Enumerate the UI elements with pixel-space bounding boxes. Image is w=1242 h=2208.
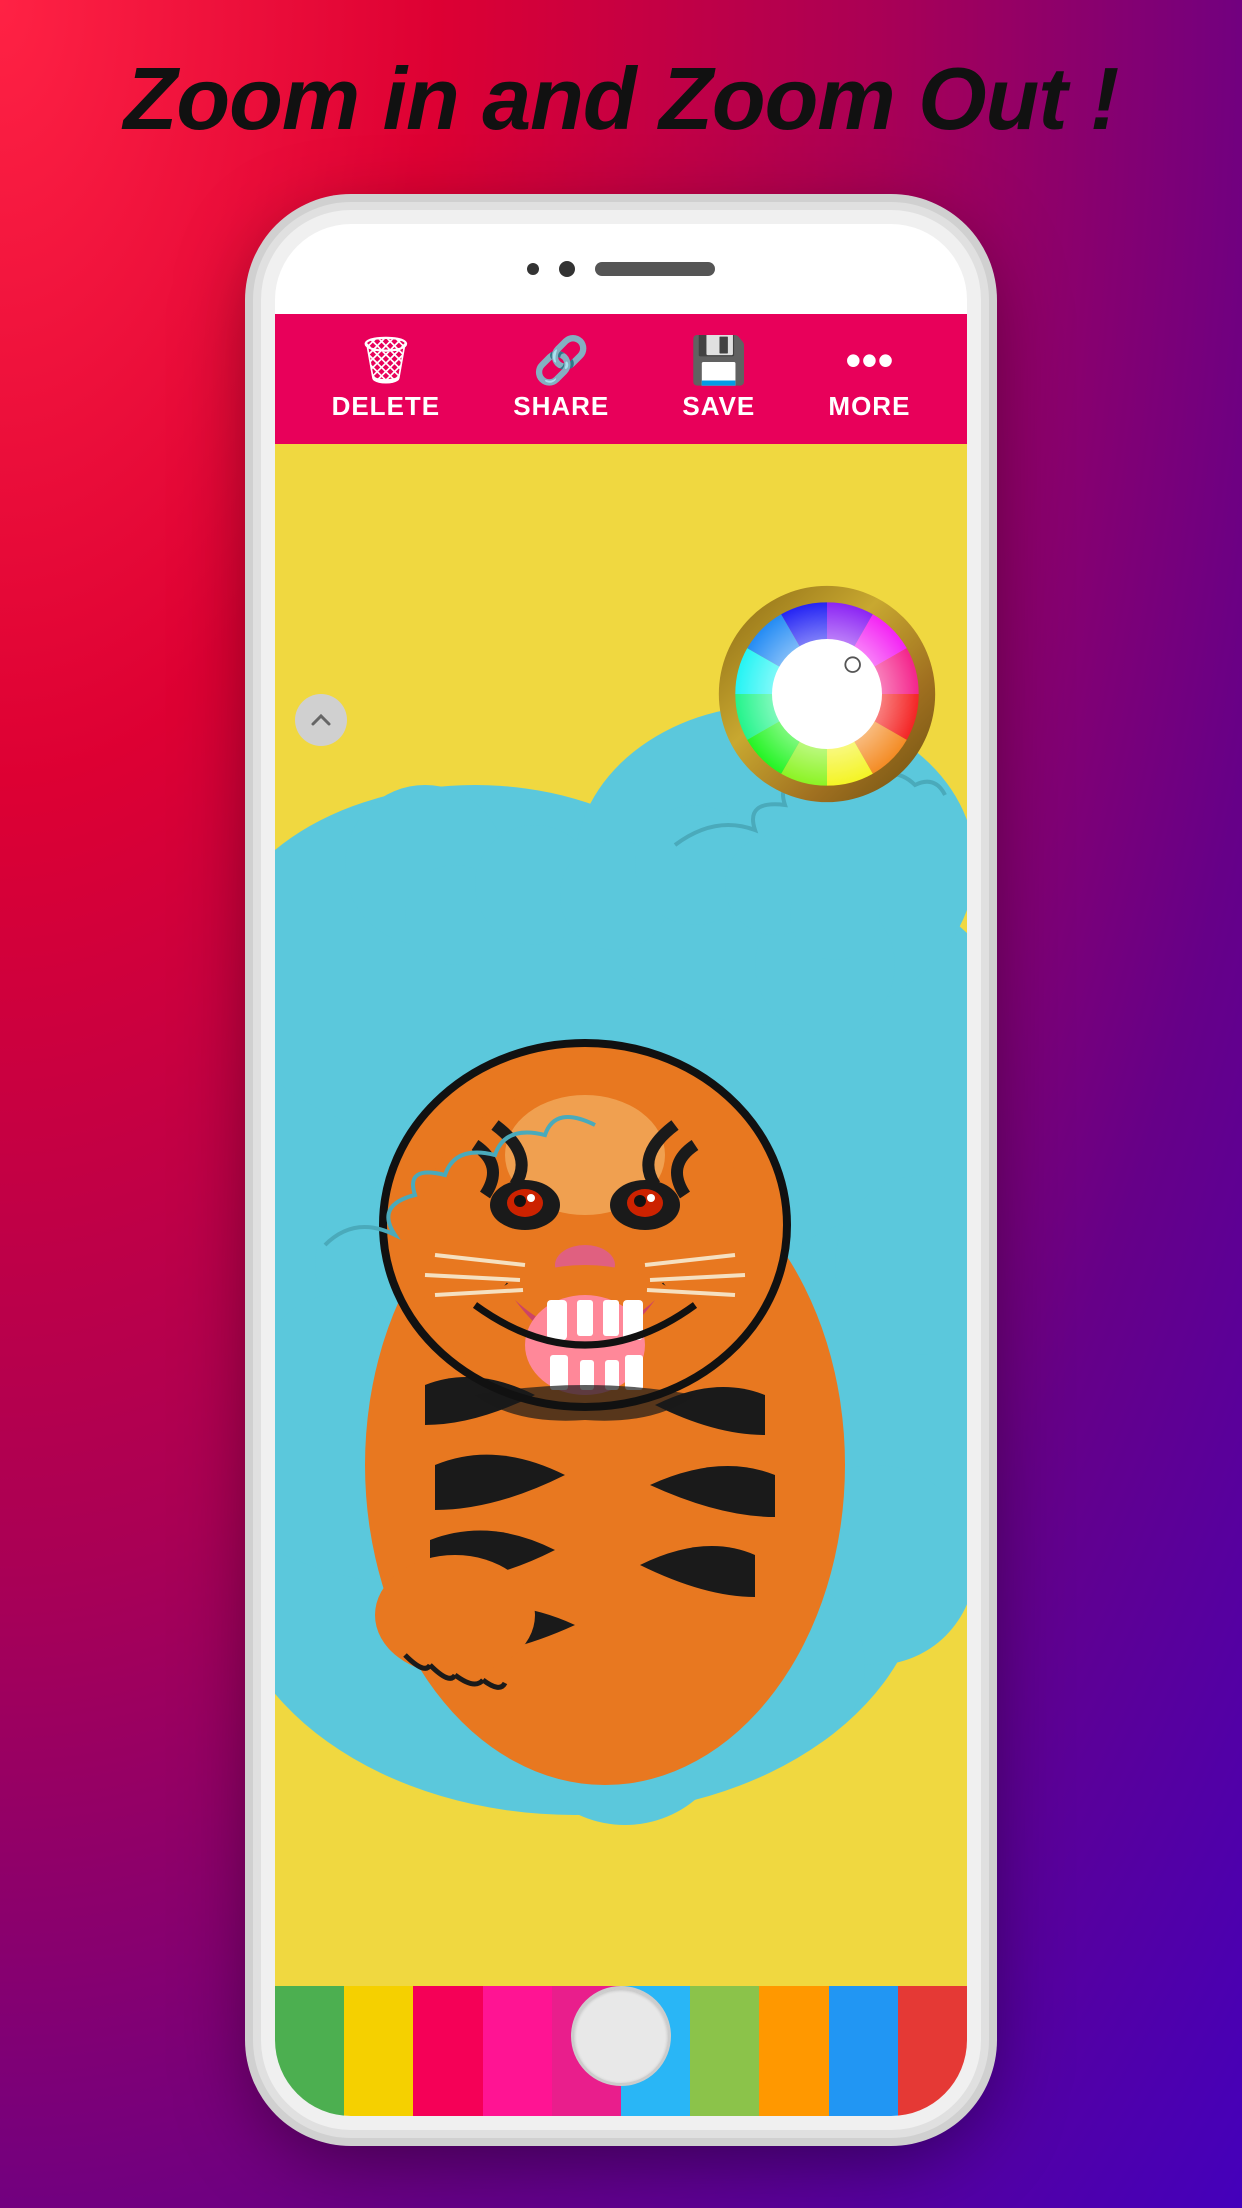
phone-screen: 🗑 DELETE 🔗 SHARE 💾 SAVE ••• MORE (275, 224, 967, 2116)
home-button[interactable] (571, 1986, 671, 2086)
palette-green[interactable] (275, 1986, 344, 2116)
speaker (595, 262, 715, 276)
palette-yellow[interactable] (344, 1986, 413, 2116)
more-icon: ••• (845, 337, 893, 383)
delete-label: DELETE (332, 391, 441, 422)
save-icon: 💾 (690, 337, 747, 383)
chevron-up-icon (307, 706, 335, 734)
palette-blue[interactable] (829, 1986, 898, 2116)
phone-frame: 🗑 DELETE 🔗 SHARE 💾 SAVE ••• MORE (261, 210, 981, 2130)
share-label: SHARE (513, 391, 609, 422)
palette-red[interactable] (898, 1986, 967, 2116)
palette-hot-pink[interactable] (483, 1986, 552, 2116)
color-wheel-svg (717, 584, 937, 804)
main-toolbar: 🗑 DELETE 🔗 SHARE 💾 SAVE ••• MORE (275, 314, 967, 444)
share-icon: 🔗 (533, 337, 590, 383)
palette-orange[interactable] (759, 1986, 828, 2116)
more-button[interactable]: ••• MORE (828, 337, 910, 422)
trash-icon: 🗑 (357, 337, 415, 383)
more-label: MORE (828, 391, 910, 422)
palette-red-pink[interactable] (413, 1986, 482, 2116)
collapse-button[interactable] (295, 694, 347, 746)
phone-top-bar (275, 224, 967, 314)
app-screen: 🗑 DELETE 🔗 SHARE 💾 SAVE ••• MORE (275, 314, 967, 2116)
save-label: SAVE (682, 391, 755, 422)
color-wheel-popup[interactable] (717, 584, 937, 804)
front-camera (527, 263, 539, 275)
camera (559, 261, 575, 277)
palette-light-green[interactable] (690, 1986, 759, 2116)
share-button[interactable]: 🔗 SHARE (513, 337, 609, 422)
delete-button[interactable]: 🗑 DELETE (332, 337, 441, 422)
save-button[interactable]: 💾 SAVE (682, 337, 755, 422)
page-title: Zoom in and Zoom Out ! (0, 48, 1242, 150)
canvas-area[interactable] (275, 444, 967, 1986)
